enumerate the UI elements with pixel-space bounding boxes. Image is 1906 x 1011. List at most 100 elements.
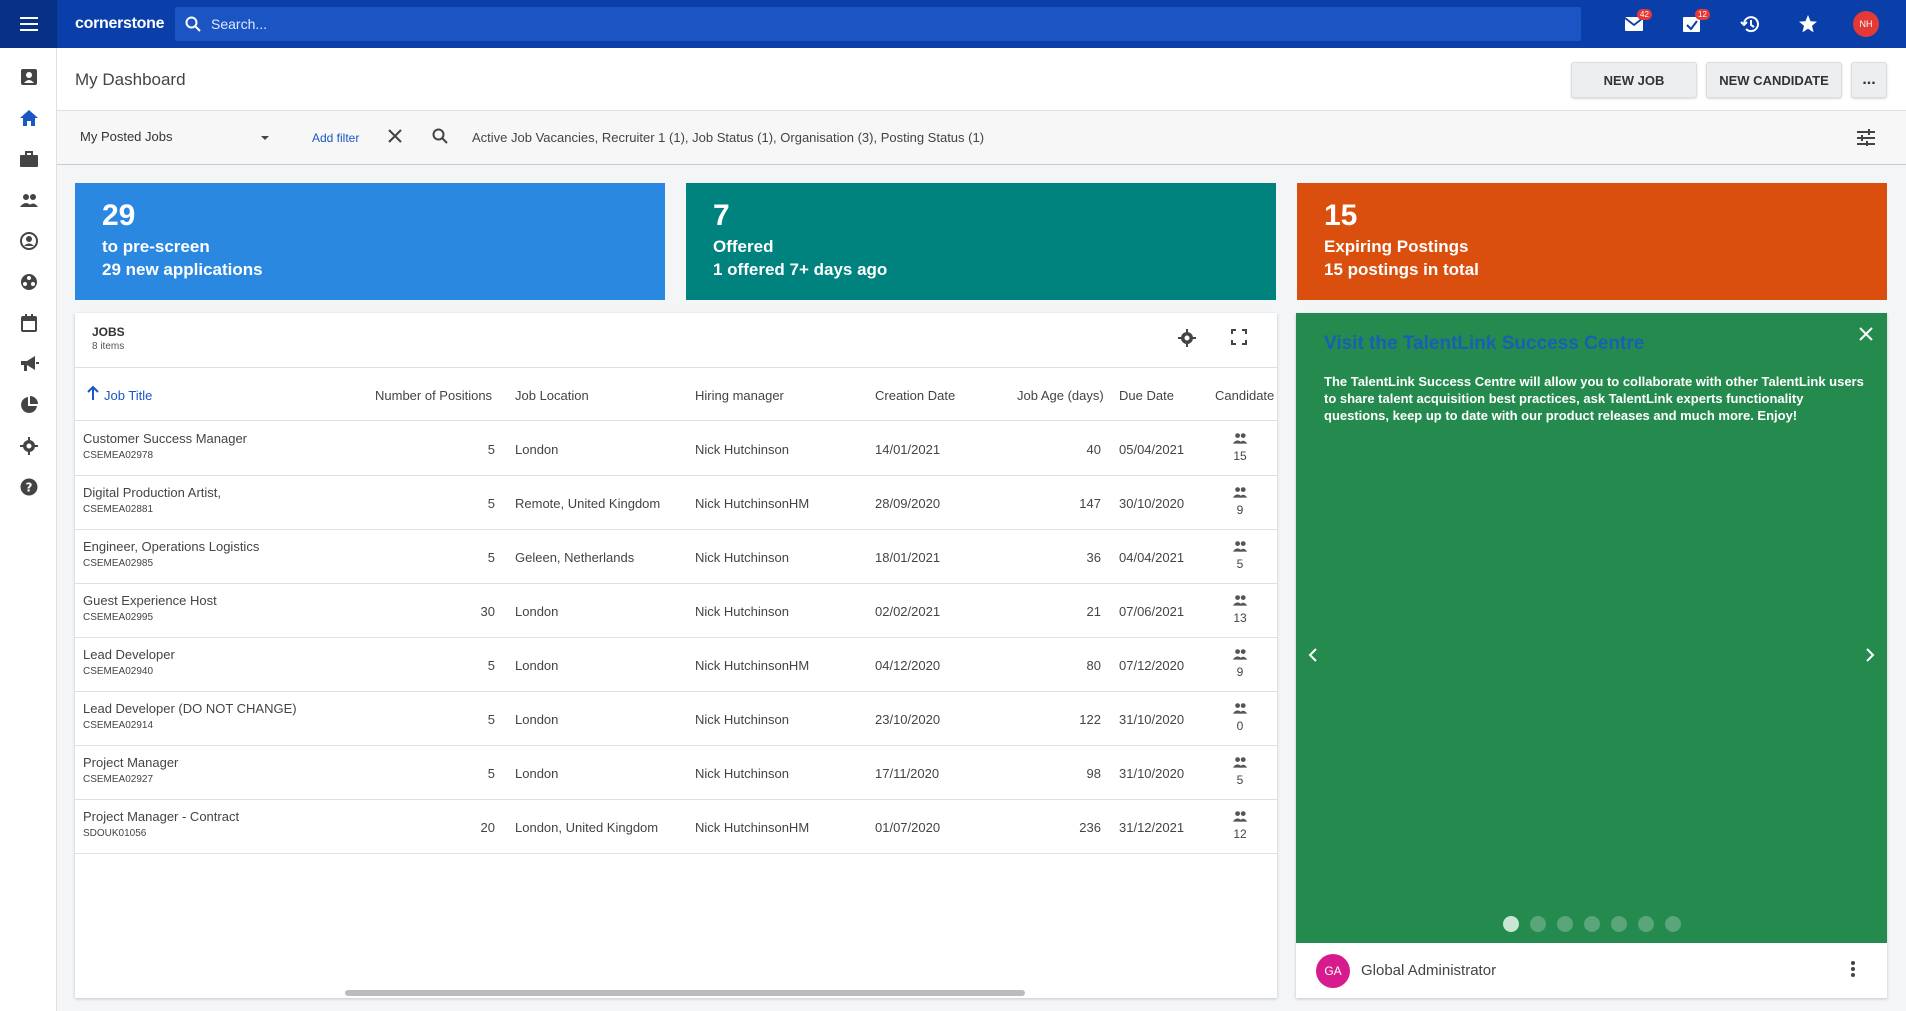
add-filter-link[interactable]: Add filter	[312, 131, 359, 145]
carousel-dot[interactable]	[1584, 916, 1600, 932]
candidate-count[interactable]: 0	[1220, 702, 1260, 733]
clear-filter-button[interactable]	[387, 128, 403, 147]
pie-chart-icon	[20, 395, 38, 413]
sidebar-item-calendar[interactable]	[0, 302, 57, 343]
new-job-button[interactable]: NEW JOB	[1571, 62, 1697, 98]
candidate-count[interactable]: 5	[1220, 540, 1260, 571]
prescreen-card[interactable]: 29 to pre-screen 29 new applications	[75, 183, 665, 300]
new-candidate-button[interactable]: NEW CANDIDATE	[1706, 62, 1842, 98]
filter-settings-button[interactable]	[1857, 128, 1875, 149]
candidate-count[interactable]: 15	[1220, 432, 1260, 463]
view-select[interactable]: My Posted Jobs	[80, 129, 270, 144]
people-icon	[1232, 487, 1248, 498]
col-job-age[interactable]: Job Age (days)	[1017, 388, 1104, 403]
sidebar-item-help[interactable]: ?	[0, 466, 57, 507]
col-hiring-manager[interactable]: Hiring manager	[695, 388, 784, 403]
carousel-dot[interactable]	[1503, 916, 1519, 932]
tasks-button[interactable]: 12	[1663, 0, 1721, 48]
job-title[interactable]: Guest Experience Host	[83, 593, 217, 608]
sidebar-item-candidates[interactable]	[0, 179, 57, 220]
job-due-date: 04/04/2021	[1119, 550, 1185, 565]
job-title[interactable]: Engineer, Operations Logistics	[83, 539, 259, 554]
carousel-dot[interactable]	[1557, 916, 1573, 932]
carousel-dot[interactable]	[1665, 916, 1681, 932]
table-row[interactable]: Engineer, Operations Logistics CSEMEA029…	[75, 530, 1277, 584]
filter-search-button[interactable]	[432, 128, 448, 147]
user-menu[interactable]: NH	[1837, 0, 1895, 48]
menu-button[interactable]	[0, 0, 57, 48]
job-age: 236	[1079, 820, 1101, 835]
sidebar-item-campaigns[interactable]	[0, 343, 57, 384]
candidate-count[interactable]: 9	[1220, 648, 1260, 679]
job-creation-date: 28/09/2020	[875, 496, 941, 511]
search-input[interactable]: Search...	[175, 7, 1581, 41]
col-positions[interactable]: Number of Positions	[375, 388, 492, 403]
history-button[interactable]	[1721, 0, 1779, 48]
horizontal-scrollbar[interactable]	[345, 990, 1025, 996]
table-row[interactable]: Lead Developer (DO NOT CHANGE) CSEMEA029…	[75, 692, 1277, 746]
candidate-count[interactable]: 5	[1220, 756, 1260, 787]
card-detail: 15 postings in total	[1324, 260, 1479, 279]
job-title[interactable]: Digital Production Artist,	[83, 485, 221, 500]
footer-more-button[interactable]	[1851, 961, 1855, 980]
col-location[interactable]: Job Location	[515, 388, 589, 403]
gear-icon	[19, 436, 38, 455]
table-row[interactable]: Project Manager - Contract SDOUK01056 20…	[75, 800, 1277, 854]
sidebar-item-settings[interactable]	[0, 425, 57, 466]
job-title[interactable]: Customer Success Manager	[83, 431, 247, 446]
table-row[interactable]: Guest Experience Host CSEMEA02995 30 Lon…	[75, 584, 1277, 638]
table-row[interactable]: Project Manager CSEMEA02927 5 London Nic…	[75, 746, 1277, 800]
carousel-next-button[interactable]	[1865, 648, 1875, 665]
job-positions: 5	[487, 766, 495, 781]
job-title[interactable]: Project Manager	[83, 755, 178, 770]
carousel-prev-button[interactable]	[1308, 648, 1318, 665]
job-title[interactable]: Lead Developer (DO NOT CHANGE)	[83, 701, 297, 716]
favorites-button[interactable]	[1779, 0, 1837, 48]
messages-button[interactable]: 42	[1605, 0, 1663, 48]
job-location: London	[515, 604, 559, 619]
tune-icon	[1857, 129, 1875, 146]
carousel-dot[interactable]	[1638, 916, 1654, 932]
job-creation-date: 18/01/2021	[875, 550, 941, 565]
offered-card[interactable]: 7 Offered 1 offered 7+ days ago	[686, 183, 1276, 300]
logo[interactable]: cornerstone	[75, 15, 175, 33]
candidate-count[interactable]: 12	[1220, 810, 1260, 841]
sidebar-item-network[interactable]	[0, 261, 57, 302]
sidebar-item-profile[interactable]	[0, 56, 57, 97]
candidate-count[interactable]: 9	[1220, 486, 1260, 517]
job-code: CSEMEA02927	[83, 774, 154, 785]
more-actions-button[interactable]: ...	[1851, 62, 1887, 98]
author-avatar: GA	[1316, 953, 1350, 988]
card-number: 15	[1324, 199, 1358, 232]
sort-ascending-icon[interactable]	[86, 385, 100, 404]
sidebar-item-home[interactable]	[0, 97, 57, 138]
carousel-dot[interactable]	[1530, 916, 1546, 932]
carousel-dot[interactable]	[1611, 916, 1627, 932]
col-candidates[interactable]: Candidate	[1215, 388, 1274, 403]
table-row[interactable]: Digital Production Artist, CSEMEA02881 5…	[75, 476, 1277, 530]
card-number: 29	[102, 199, 136, 232]
job-creation-date: 04/12/2020	[875, 658, 941, 673]
success-centre-title[interactable]: Visit the TalentLink Success Centre	[1324, 333, 1644, 355]
table-row[interactable]: Customer Success Manager CSEMEA02978 5 L…	[75, 422, 1277, 476]
people-icon	[1232, 433, 1248, 444]
job-hiring-manager: Nick HutchinsonHM	[695, 658, 810, 673]
sidebar-item-talent-pool[interactable]	[0, 220, 57, 261]
job-title[interactable]: Project Manager - Contract	[83, 809, 239, 824]
jobs-fullscreen-button[interactable]	[1231, 329, 1247, 348]
col-job-title[interactable]: Job Title	[104, 388, 152, 403]
job-title[interactable]: Lead Developer	[83, 647, 175, 662]
job-age: 98	[1086, 766, 1101, 781]
sidebar-item-jobs[interactable]	[0, 138, 57, 179]
close-carousel-button[interactable]	[1859, 327, 1873, 344]
card-label: to pre-screen	[102, 237, 210, 256]
table-row[interactable]: Lead Developer CSEMEA02940 5 London Nick…	[75, 638, 1277, 692]
sidebar-item-reports[interactable]	[0, 384, 57, 425]
job-age: 36	[1086, 550, 1101, 565]
jobs-settings-button[interactable]	[1178, 329, 1196, 350]
col-due-date[interactable]: Due Date	[1119, 388, 1174, 403]
candidate-count[interactable]: 13	[1220, 594, 1260, 625]
col-creation-date[interactable]: Creation Date	[875, 388, 955, 403]
job-creation-date: 02/02/2021	[875, 604, 941, 619]
expiring-postings-card[interactable]: 15 Expiring Postings 15 postings in tota…	[1297, 183, 1887, 300]
